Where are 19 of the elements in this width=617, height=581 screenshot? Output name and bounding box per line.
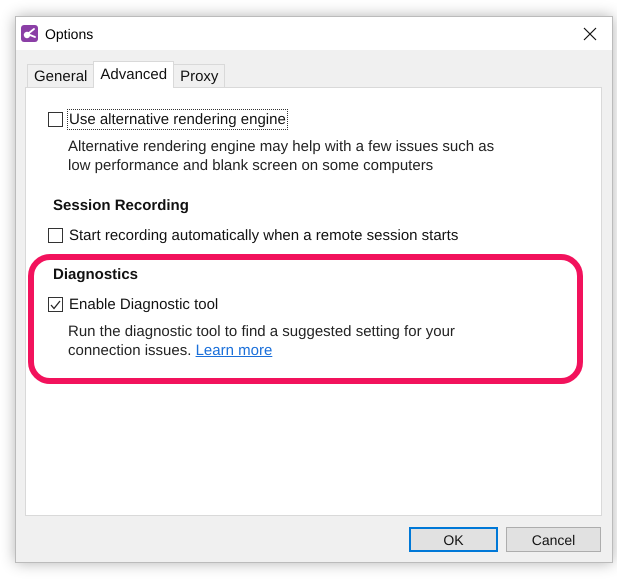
close-icon — [583, 26, 597, 40]
window-title: Options — [45, 26, 94, 42]
checkbox[interactable] — [48, 297, 63, 312]
section-heading: Session Recording — [53, 197, 190, 214]
dialog-button[interactable]: Cancel — [506, 527, 601, 552]
checkbox[interactable] — [48, 112, 63, 127]
checkbox-label[interactable]: Start recording automatically when a remote session starts — [67, 225, 460, 246]
checkbox-label[interactable]: Enable Diagnostic tool — [67, 294, 220, 315]
learn-more-link[interactable]: Learn more — [196, 342, 272, 359]
tab[interactable]: Proxy — [173, 64, 226, 88]
option-description: Run the diagnostic tool to find a suggested setting for your connection issues. Learn more — [68, 322, 456, 360]
tab[interactable]: General — [27, 64, 94, 88]
tab[interactable]: Advanced — [93, 61, 174, 88]
checkbox[interactable] — [48, 228, 63, 243]
section-heading: Diagnostics — [53, 266, 140, 283]
checkbox-label[interactable]: Use alternative rendering engine — [67, 109, 288, 130]
dialog-button[interactable]: OK — [409, 527, 498, 552]
app-logo-icon — [21, 25, 38, 42]
option-description: Alternative rendering engine may help with a few issues such as low performance and blank screen on some computers — [68, 137, 496, 175]
